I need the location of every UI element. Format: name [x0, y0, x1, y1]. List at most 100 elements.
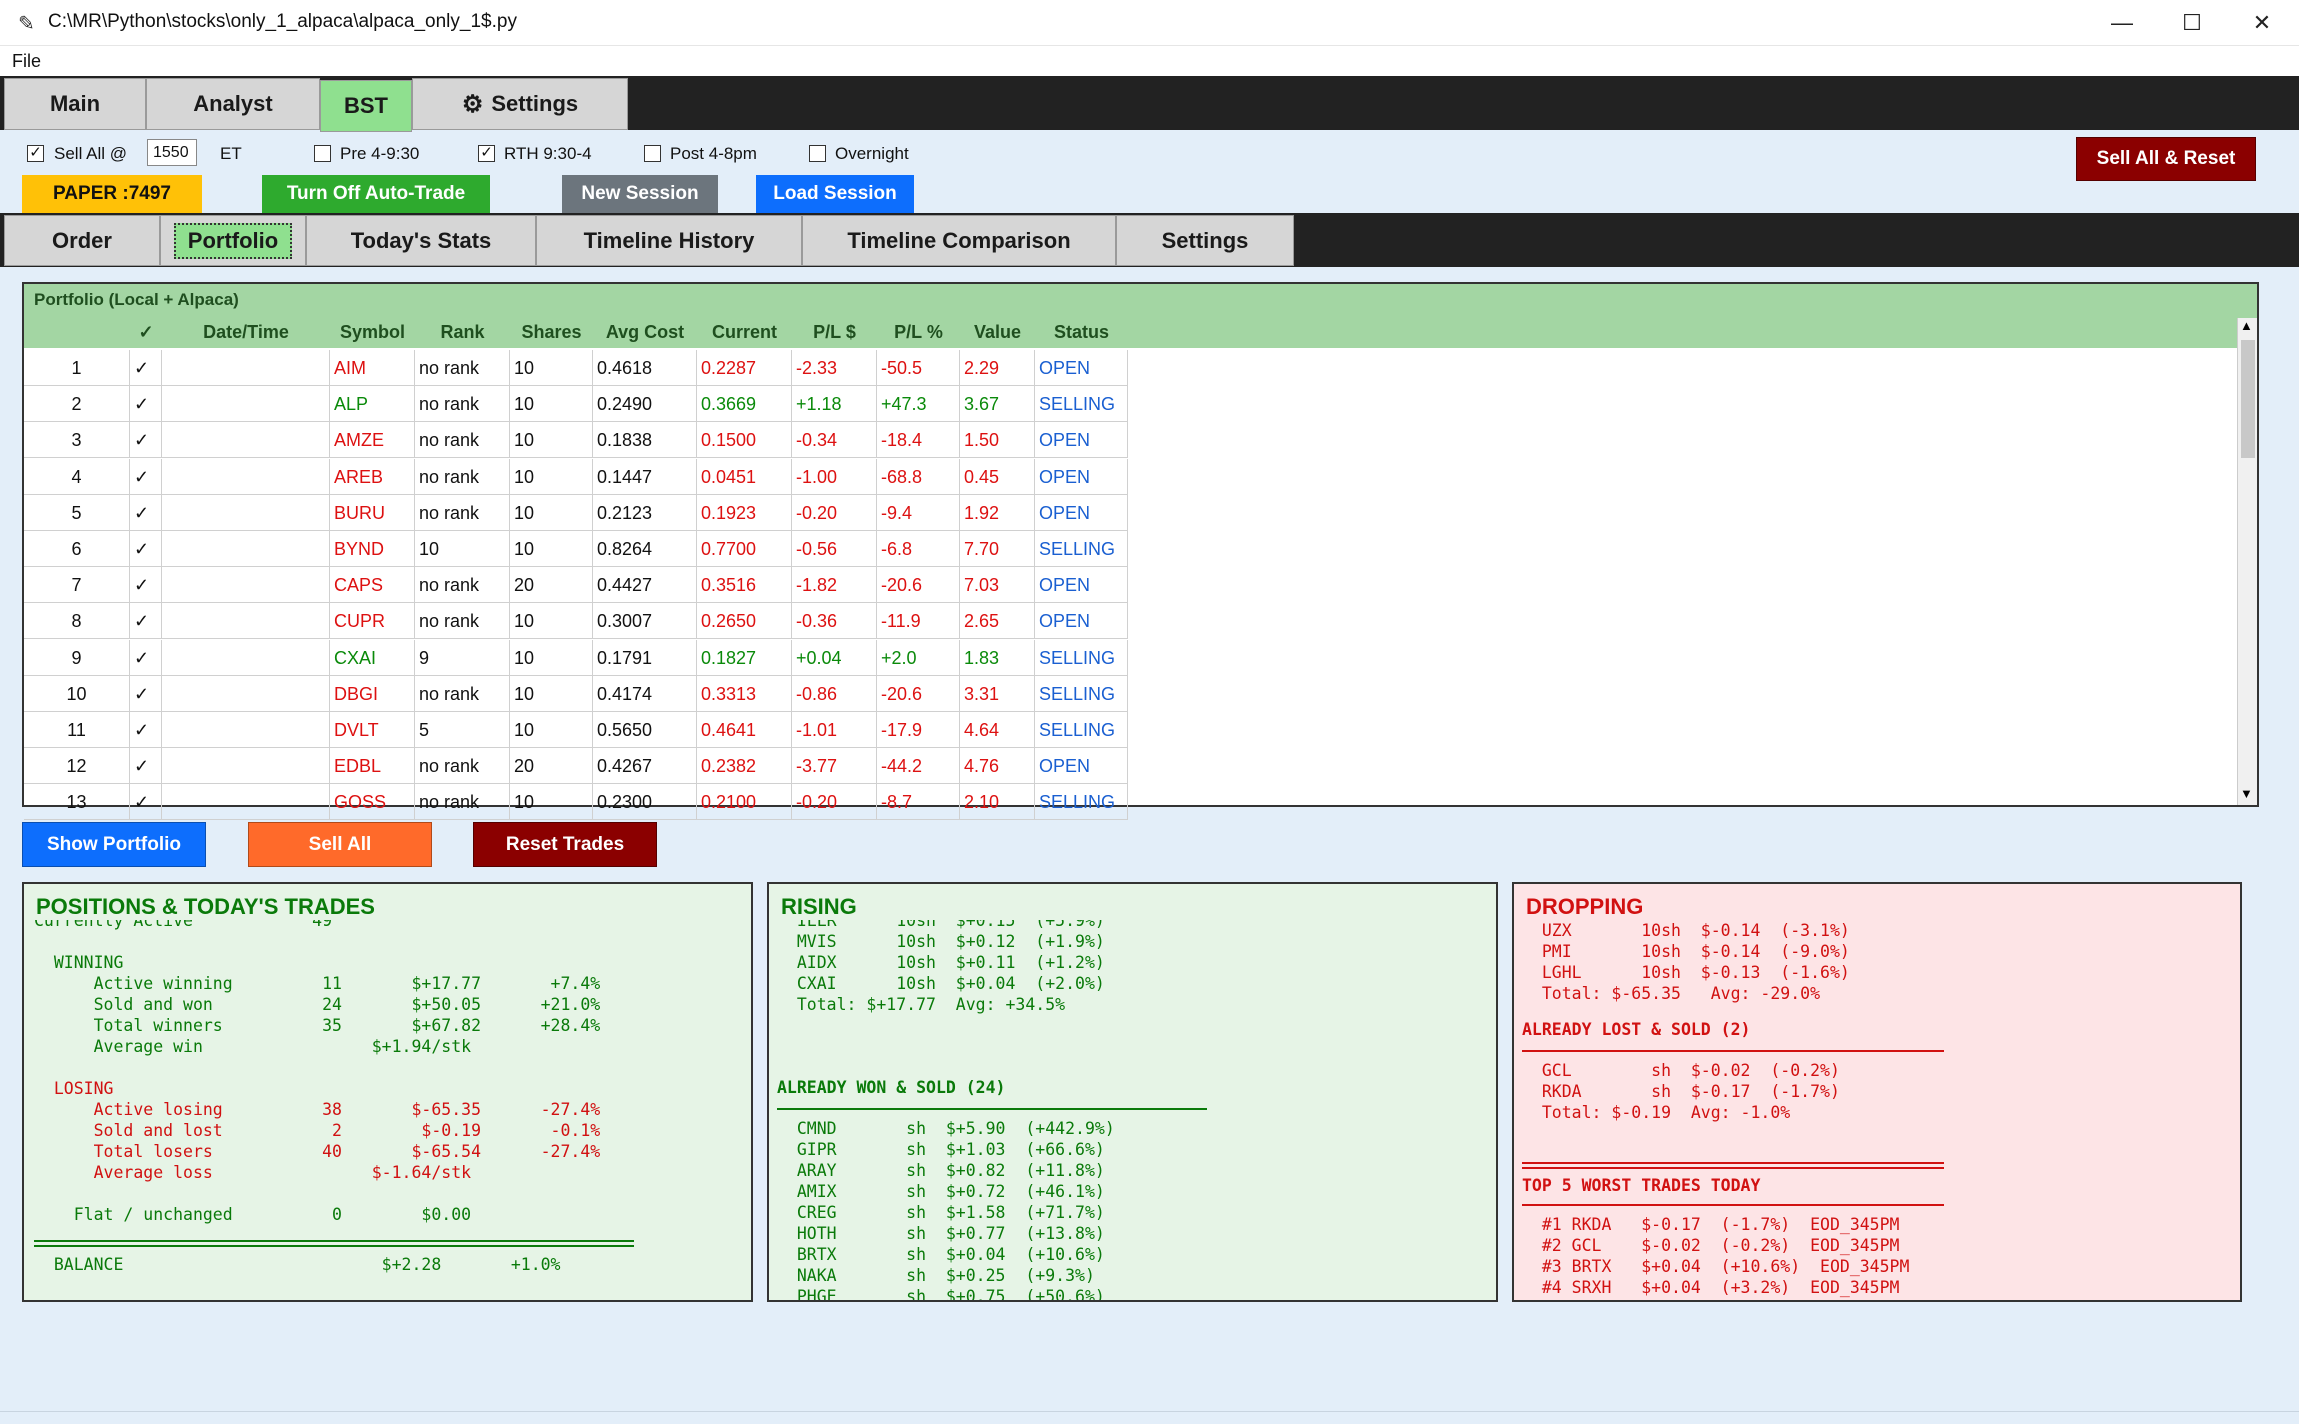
tab-portfolio[interactable]: Portfolio: [160, 215, 306, 266]
cell-datetime: [162, 639, 330, 676]
maximize-icon[interactable]: ☐: [2157, 0, 2227, 46]
tab-todays-stats[interactable]: Today's Stats: [306, 215, 536, 266]
table-row[interactable]: 4 ✓ AREB no rank 10 0.1447 0.0451 -1.00 -68.8 0.4…: [24, 458, 1128, 495]
sell-all-button[interactable]: Sell All: [248, 822, 432, 867]
cell-status: OPEN: [1035, 748, 1128, 785]
cell-check: ✓: [130, 458, 162, 495]
cell-pl-pct: -9.4: [877, 494, 960, 531]
table-row[interactable]: 5 ✓ BURU no rank 10 0.2123 0.1923 -0.20 -9.4 1.92…: [24, 494, 1128, 531]
cell-avgcost: 0.4267: [593, 748, 697, 785]
cell-current: 0.0451: [697, 458, 792, 495]
cell-rank: no rank: [415, 422, 510, 459]
column-header-check[interactable]: ✓: [130, 322, 162, 343]
table-row[interactable]: 7 ✓ CAPS no rank 20 0.4427 0.3516 -1.82 -20.6 7.0…: [24, 567, 1128, 604]
rth-checkbox[interactable]: ✓: [478, 145, 495, 162]
sell-all-checkbox[interactable]: ✓: [27, 145, 44, 162]
cell-rank: no rank: [415, 748, 510, 785]
tab-analyst[interactable]: Analyst: [146, 78, 320, 130]
column-header-value[interactable]: Value: [960, 322, 1035, 343]
column-header-symbol[interactable]: Symbol: [330, 322, 415, 343]
column-header-pl-pct[interactable]: P/L %: [877, 322, 960, 343]
sell-all-time-input[interactable]: 1550: [147, 139, 197, 166]
cell-check: ✓: [130, 784, 162, 821]
cell-value: 1.92: [960, 494, 1035, 531]
table-row[interactable]: 1 ✓ AIM no rank 10 0.4618 0.2287 -2.33 -50.5 2.29…: [24, 350, 1128, 386]
worst-divider-top: [1522, 1162, 1944, 1164]
close-icon[interactable]: ✕: [2227, 0, 2297, 46]
cell-symbol: BYND: [330, 531, 415, 567]
menu-file[interactable]: File: [12, 51, 41, 72]
worst-divider: [1522, 1204, 1944, 1206]
won-line: HOTH sh $+0.77 (+13.8%): [777, 1224, 1105, 1243]
paper-account-button[interactable]: PAPER :7497: [22, 175, 202, 213]
cell-pl-dollar: -0.86: [792, 675, 877, 712]
sell-all-reset-button[interactable]: Sell All & Reset: [2076, 137, 2256, 181]
scroll-down-icon[interactable]: ▼: [2240, 786, 2253, 801]
column-header-status[interactable]: Status: [1035, 322, 1128, 343]
column-header-rank[interactable]: Rank: [415, 322, 510, 343]
table-row[interactable]: 2 ✓ ALP no rank 10 0.2490 0.3669 +1.18 +47.3 3.67…: [24, 386, 1128, 423]
cell-current: 0.1827: [697, 639, 792, 676]
scroll-up-icon[interactable]: ▲: [2240, 318, 2253, 333]
cell-current: 0.1500: [697, 422, 792, 459]
column-header-pl-dollar[interactable]: P/L $: [792, 322, 877, 343]
table-row[interactable]: 12 ✓ EDBL no rank 20 0.4267 0.2382 -3.77 -44.2 4.…: [24, 748, 1128, 785]
load-session-button[interactable]: Load Session: [756, 175, 914, 213]
cell-avgcost: 0.4618: [593, 350, 697, 386]
cell-check: ✓: [130, 639, 162, 676]
tab-settings-label: Settings: [491, 91, 579, 116]
minimize-icon[interactable]: —: [2087, 0, 2157, 46]
post-checkbox[interactable]: [644, 145, 661, 162]
reset-trades-button[interactable]: Reset Trades: [473, 822, 657, 867]
tab-timeline-history[interactable]: Timeline History: [536, 215, 802, 266]
column-header-current[interactable]: Current: [697, 322, 792, 343]
cell-value: 2.10: [960, 784, 1035, 821]
show-portfolio-button[interactable]: Show Portfolio: [22, 822, 206, 867]
cell-rank: 5: [415, 712, 510, 748]
rising-line: AIDX 10sh $+0.11 (+1.2%): [777, 953, 1105, 972]
positions-line: Sold and won 24 $+50.05 +21.0%: [34, 995, 601, 1014]
column-header-shares[interactable]: Shares: [510, 322, 593, 343]
title-bar: ✎ C:\MR\Python\stocks\only_1_alpaca\alpa…: [0, 0, 2299, 46]
cell-rank: no rank: [415, 567, 510, 604]
table-row[interactable]: 6 ✓ BYND 10 10 0.8264 0.7700 -0.56 -6.8 7.70 SELLI…: [24, 531, 1128, 567]
overnight-checkbox[interactable]: [809, 145, 826, 162]
tab-order[interactable]: Order: [4, 215, 160, 266]
new-session-button[interactable]: New Session: [562, 175, 718, 213]
table-row[interactable]: 9 ✓ CXAI 9 10 0.1791 0.1827 +0.04 +2.0 1.83 SELLIN…: [24, 639, 1128, 676]
won-line: GIPR sh $+1.03 (+66.6%): [777, 1140, 1105, 1159]
column-header-avgcost[interactable]: Avg Cost: [593, 322, 697, 343]
column-header-datetime[interactable]: Date/Time: [162, 322, 330, 343]
tab-settings-main[interactable]: ⚙ Settings: [412, 78, 628, 130]
cell-rank: no rank: [415, 784, 510, 821]
scroll-thumb[interactable]: [2241, 340, 2255, 458]
menu-bar: File: [0, 46, 2299, 76]
cell-current: 0.2100: [697, 784, 792, 821]
cell-check: ✓: [130, 386, 162, 423]
positions-line: Total winners 35 $+67.82 +28.4%: [34, 1016, 601, 1035]
pre-checkbox[interactable]: [314, 145, 331, 162]
cell-symbol: AMZE: [330, 422, 415, 459]
table-row[interactable]: 13 ✓ GOSS no rank 10 0.2300 0.2100 -0.20 -8.7 2.1…: [24, 784, 1128, 821]
table-row[interactable]: 11 ✓ DVLT 5 10 0.5650 0.4641 -1.01 -17.9 4.64 SELL…: [24, 712, 1128, 748]
table-row[interactable]: 10 ✓ DBGI no rank 10 0.4174 0.3313 -0.86 -20.6 3.…: [24, 675, 1128, 712]
tab-bst[interactable]: BST: [320, 80, 412, 132]
positions-line: Flat / unchanged 0 $0.00: [34, 1205, 472, 1224]
cell-value: 2.29: [960, 350, 1035, 386]
won-line: AMIX sh $+0.72 (+46.1%): [777, 1182, 1105, 1201]
table-row[interactable]: 8 ✓ CUPR no rank 10 0.3007 0.2650 -0.36 -11.9 2.6…: [24, 603, 1128, 640]
table-scrollbar[interactable]: ▲ ▼: [2237, 318, 2257, 805]
cell-status: OPEN: [1035, 350, 1128, 386]
cell-symbol: ALP: [330, 386, 415, 423]
tab-main[interactable]: Main: [4, 78, 146, 130]
balance-line: BALANCE $+2.28 +1.0%: [34, 1255, 561, 1274]
won-line: NAKA sh $+0.25 (+9.3%): [777, 1266, 1095, 1285]
cell-pl-dollar: -0.34: [792, 422, 877, 459]
tab-timeline-comparison[interactable]: Timeline Comparison: [802, 215, 1116, 266]
cell-datetime: [162, 494, 330, 531]
auto-trade-toggle-button[interactable]: Turn Off Auto-Trade: [262, 175, 490, 213]
positions-title: POSITIONS & TODAY'S TRADES: [36, 894, 375, 919]
cell-current: 0.3669: [697, 386, 792, 423]
tab-settings-sub[interactable]: Settings: [1116, 215, 1294, 266]
table-row[interactable]: 3 ✓ AMZE no rank 10 0.1838 0.1500 -0.34 -18.4 1.5…: [24, 422, 1128, 459]
